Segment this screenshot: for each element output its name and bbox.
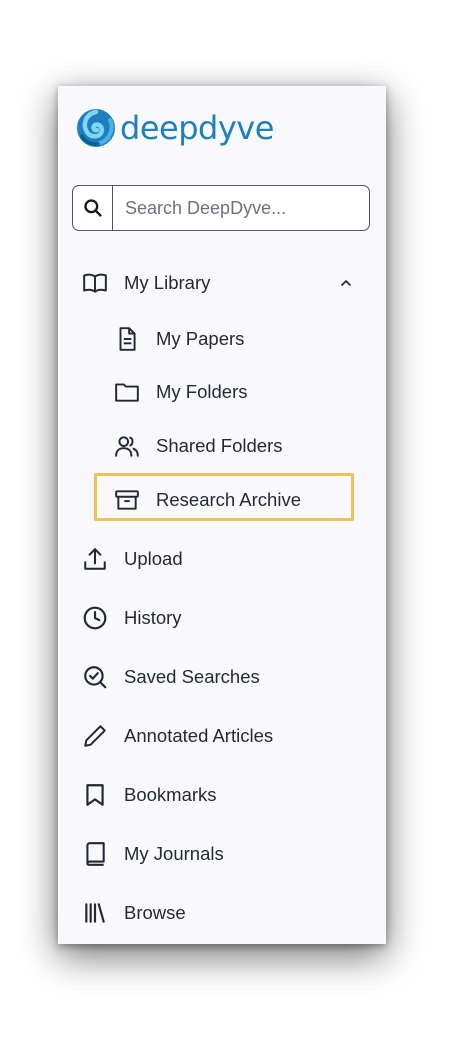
book-open-icon xyxy=(82,270,108,296)
screenshot-stage: deepdyve My Library xyxy=(0,0,475,1063)
clock-icon xyxy=(82,605,108,631)
nav-browse-label: Browse xyxy=(124,902,186,923)
nav-research-archive-label: Research Archive xyxy=(156,489,301,510)
nav-research-archive[interactable]: Research Archive xyxy=(114,480,301,520)
nav-my-journals-label: My Journals xyxy=(124,843,224,864)
library-icon xyxy=(82,900,108,926)
nav-my-journals[interactable]: My Journals xyxy=(82,834,224,874)
users-icon xyxy=(114,433,140,459)
search-check-icon xyxy=(82,664,108,690)
search-icon xyxy=(83,199,102,217)
nav-my-folders[interactable]: My Folders xyxy=(114,372,248,412)
deepdyve-logo-icon xyxy=(77,109,115,147)
nav-bookmarks-label: Bookmarks xyxy=(124,784,217,805)
chevron-up-icon xyxy=(341,280,351,286)
nav-history[interactable]: History xyxy=(82,598,182,638)
nav-shared-folders-label: Shared Folders xyxy=(156,435,283,456)
nav-saved-searches[interactable]: Saved Searches xyxy=(82,657,260,697)
brand-logo[interactable]: deepdyve xyxy=(74,104,274,152)
nav-history-label: History xyxy=(124,607,182,628)
nav-my-papers-label: My Papers xyxy=(156,328,245,349)
search-input[interactable] xyxy=(113,186,369,230)
brand-name: deepdyve xyxy=(120,109,274,147)
bookmark-icon xyxy=(82,782,108,808)
upload-icon xyxy=(82,546,108,572)
nav-upload-label: Upload xyxy=(124,548,183,569)
nav-my-library-label: My Library xyxy=(124,272,211,293)
library-collapse-toggle[interactable] xyxy=(336,273,356,293)
pencil-icon xyxy=(82,723,108,749)
nav-bookmarks[interactable]: Bookmarks xyxy=(82,775,217,815)
sidebar-panel: deepdyve My Library xyxy=(58,86,386,944)
nav-annotated-articles-label: Annotated Articles xyxy=(124,725,274,746)
nav-browse[interactable]: Browse xyxy=(82,893,186,933)
nav-my-papers[interactable]: My Papers xyxy=(114,319,244,359)
nav-my-library[interactable]: My Library xyxy=(82,263,210,303)
nav-upload[interactable]: Upload xyxy=(82,539,183,579)
nav-annotated-articles[interactable]: Annotated Articles xyxy=(82,716,273,756)
search-box xyxy=(72,185,370,231)
archive-icon xyxy=(114,487,140,513)
nav-shared-folders[interactable]: Shared Folders xyxy=(114,426,282,466)
nav-my-folders-label: My Folders xyxy=(156,381,248,402)
folder-icon xyxy=(114,379,140,405)
document-icon xyxy=(114,326,140,352)
nav-saved-searches-label: Saved Searches xyxy=(124,666,260,687)
journal-icon xyxy=(82,841,108,867)
search-button[interactable] xyxy=(73,186,113,230)
